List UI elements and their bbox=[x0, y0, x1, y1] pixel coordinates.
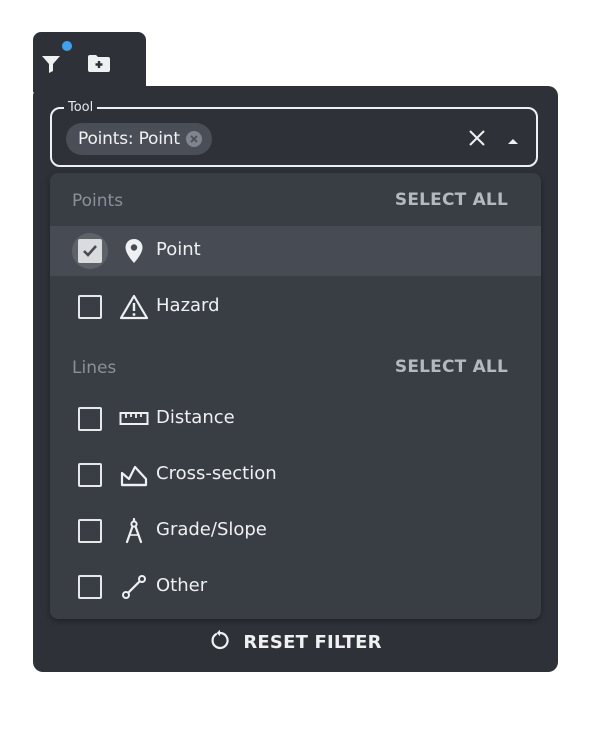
filter-active-indicator bbox=[62, 41, 72, 51]
chip-remove-icon[interactable] bbox=[185, 131, 202, 147]
option-hazard[interactable]: Hazard bbox=[50, 282, 541, 332]
warning-icon bbox=[119, 293, 149, 321]
group-title: Points bbox=[72, 191, 124, 211]
toolbar bbox=[33, 32, 146, 92]
filter-button[interactable] bbox=[37, 52, 65, 80]
line-segment-icon bbox=[119, 573, 149, 601]
selected-chip[interactable]: Points: Point bbox=[66, 123, 212, 155]
checkbox-other[interactable] bbox=[78, 575, 102, 599]
cross-section-icon bbox=[119, 461, 149, 489]
option-label: Grade/Slope bbox=[156, 519, 267, 540]
filter-panel: Tool Points: Point Points SELECT ALL Poi… bbox=[33, 86, 558, 672]
folder-plus-icon bbox=[86, 52, 112, 80]
reset-icon bbox=[209, 629, 231, 655]
group-title: Lines bbox=[72, 358, 117, 378]
clear-selection-button[interactable] bbox=[464, 127, 490, 153]
checkbox-distance[interactable] bbox=[78, 407, 102, 431]
checkbox-cross-section[interactable] bbox=[78, 463, 102, 487]
option-cross-section[interactable]: Cross-section bbox=[50, 450, 541, 500]
reset-filter-label: RESET FILTER bbox=[243, 631, 382, 653]
ruler-icon bbox=[119, 405, 149, 433]
checkbox-grade-slope[interactable] bbox=[78, 519, 102, 543]
checkbox-point[interactable] bbox=[78, 239, 102, 263]
option-distance[interactable]: Distance bbox=[50, 394, 541, 444]
tool-field-label: Tool bbox=[64, 99, 98, 117]
new-folder-button[interactable] bbox=[85, 52, 113, 80]
group-header-points: Points SELECT ALL bbox=[50, 177, 541, 225]
filter-icon bbox=[39, 52, 63, 80]
options-dropdown: Points SELECT ALL Point Hazard Lines SEL… bbox=[50, 173, 541, 619]
chip-label: Points: Point bbox=[78, 129, 180, 149]
select-all-points-button[interactable]: SELECT ALL bbox=[395, 190, 508, 210]
option-grade-slope[interactable]: Grade/Slope bbox=[50, 506, 541, 556]
map-pin-icon bbox=[119, 237, 149, 265]
option-point[interactable]: Point bbox=[50, 226, 541, 276]
option-label: Point bbox=[156, 239, 201, 260]
option-label: Hazard bbox=[156, 295, 220, 316]
group-header-lines: Lines SELECT ALL bbox=[50, 344, 541, 392]
option-label: Distance bbox=[156, 407, 235, 428]
checkbox-hazard[interactable] bbox=[78, 295, 102, 319]
option-label: Cross-section bbox=[156, 463, 277, 484]
option-other[interactable]: Other bbox=[50, 562, 541, 612]
collapse-dropdown-button[interactable] bbox=[500, 127, 526, 153]
close-icon bbox=[468, 129, 486, 151]
reset-filter-button[interactable]: RESET FILTER bbox=[33, 625, 558, 659]
caret-up-icon bbox=[506, 131, 520, 150]
select-all-lines-button[interactable]: SELECT ALL bbox=[395, 357, 508, 377]
compass-icon bbox=[119, 517, 149, 545]
option-label: Other bbox=[156, 575, 208, 596]
tool-select-field[interactable]: Tool Points: Point bbox=[50, 99, 538, 167]
